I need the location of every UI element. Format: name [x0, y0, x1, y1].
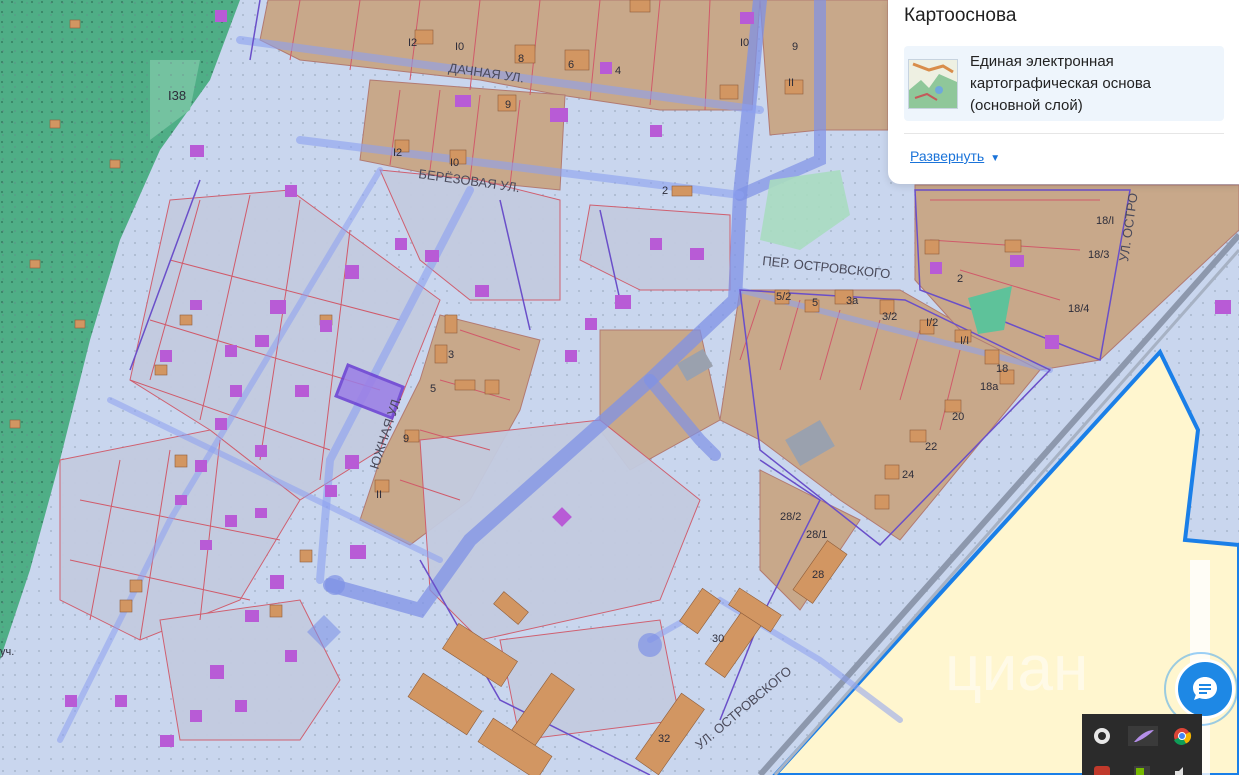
svg-text:I/2: I/2 — [926, 317, 938, 329]
svg-text:4: 4 — [615, 65, 621, 77]
app-icon[interactable] — [1092, 764, 1112, 775]
svg-text:8: 8 — [518, 53, 524, 65]
svg-text:I0: I0 — [450, 157, 459, 169]
obs-icon[interactable] — [1092, 726, 1112, 746]
svg-text:I38: I38 — [168, 88, 186, 103]
nvidia-icon[interactable] — [1132, 764, 1152, 775]
speaker-icon[interactable] — [1172, 764, 1192, 775]
layer-thumbnail — [908, 59, 958, 109]
svg-text:18/3: 18/3 — [1088, 249, 1109, 261]
expand-link[interactable]: Развернуть ▼ — [910, 148, 1000, 164]
svg-text:28: 28 — [812, 569, 824, 581]
system-tray — [1082, 714, 1202, 775]
svg-text:9: 9 — [505, 99, 511, 111]
svg-text:2: 2 — [662, 185, 668, 197]
svg-text:28/2: 28/2 — [780, 511, 801, 523]
svg-text:3а: 3а — [846, 295, 859, 307]
svg-text:5/2: 5/2 — [776, 291, 791, 303]
svg-text:2: 2 — [957, 273, 963, 285]
svg-text:I0: I0 — [740, 37, 749, 49]
layer-card[interactable]: Единая электронная картографическая осно… — [904, 46, 1224, 121]
panel-divider — [904, 133, 1224, 134]
svg-text:18/I: 18/I — [1096, 215, 1114, 227]
watermark: циан — [945, 632, 1088, 704]
svg-text:6: 6 — [568, 59, 574, 71]
chat-icon — [1175, 659, 1235, 719]
svg-text:28/1: 28/1 — [806, 529, 827, 541]
svg-text:32: 32 — [658, 733, 670, 745]
expand-label: Развернуть — [910, 148, 985, 164]
svg-text:18а: 18а — [980, 381, 999, 393]
chevron-down-icon: ▼ — [990, 153, 1001, 164]
svg-text:5: 5 — [430, 383, 436, 395]
chrome-icon[interactable] — [1172, 726, 1192, 746]
svg-text:I2: I2 — [393, 147, 402, 159]
svg-text:I2: I2 — [408, 37, 417, 49]
svg-text:22: 22 — [925, 441, 937, 453]
svg-text:9: 9 — [792, 41, 798, 53]
svg-text:18/4: 18/4 — [1068, 303, 1089, 315]
svg-text:3/2: 3/2 — [882, 311, 897, 323]
svg-text:I/I: I/I — [960, 335, 969, 347]
svg-text:5: 5 — [812, 297, 818, 309]
panel-title: Картооснова — [904, 5, 1017, 26]
svg-text:II: II — [788, 77, 794, 89]
layer-label: Единая электронная картографическая осно… — [970, 53, 1151, 114]
svg-text:II: II — [376, 489, 382, 501]
svg-text:20: 20 — [952, 411, 964, 423]
basemap-panel: Картооснова Единая электронная картограф… — [888, 0, 1239, 184]
svg-text:30: 30 — [712, 633, 724, 645]
svg-text:3: 3 — [448, 349, 454, 361]
svg-text:уч.: уч. — [0, 646, 14, 658]
svg-text:24: 24 — [902, 469, 914, 481]
feather-icon[interactable] — [1128, 726, 1158, 746]
svg-text:18: 18 — [996, 363, 1008, 375]
svg-text:I0: I0 — [455, 41, 464, 53]
svg-text:9: 9 — [403, 433, 409, 445]
